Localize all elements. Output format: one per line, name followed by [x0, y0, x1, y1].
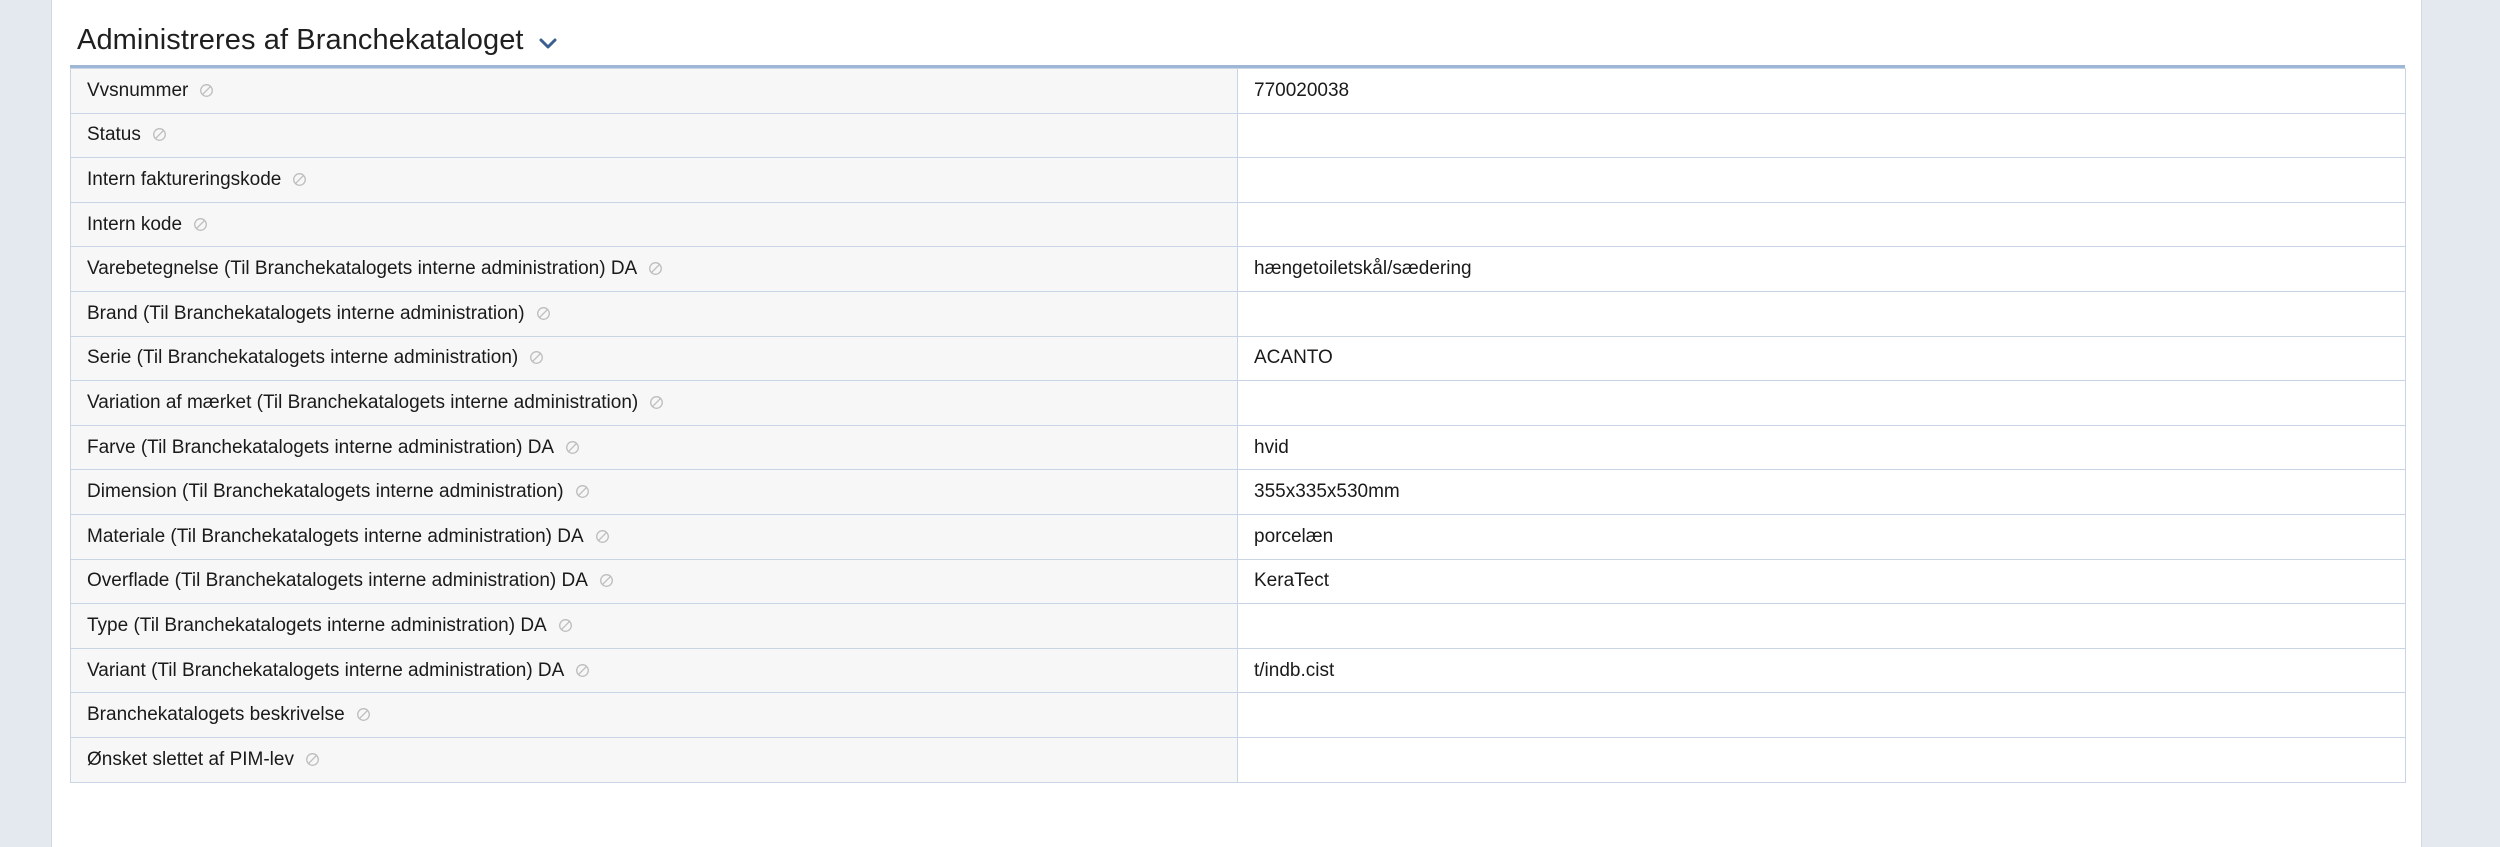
attribute-label: Status — [87, 124, 141, 146]
readonly-icon — [292, 171, 307, 186]
attribute-label-cell: Ønsket slettet af PIM-lev — [70, 736, 1238, 783]
attribute-label: Type (Til Branchekatalogets interne admi… — [87, 614, 547, 636]
attribute-label: Branchekatalogets beskrivelse — [87, 704, 345, 726]
readonly-icon — [558, 617, 573, 632]
table-row: Branchekatalogets beskrivelse — [70, 692, 2406, 738]
attribute-value — [1237, 736, 2406, 783]
table-row: Intern kode — [70, 201, 2406, 248]
readonly-icon — [599, 572, 614, 588]
table-row: Status — [70, 112, 2406, 159]
content-panel: Administreres af Branchekataloget Vvsnum… — [51, 0, 2422, 847]
attribute-label-cell: Materiale (Til Branchekatalogets interne… — [70, 513, 1238, 560]
readonly-icon — [575, 483, 590, 499]
attribute-value — [1237, 290, 2406, 337]
attribute-label: Materiale (Til Branchekatalogets interne… — [87, 525, 584, 547]
attribute-value — [1237, 692, 2406, 738]
readonly-icon — [199, 82, 214, 97]
readonly-icon — [648, 260, 663, 276]
attribute-label-cell: Vvsnummer — [70, 68, 1238, 114]
readonly-icon — [193, 216, 208, 231]
attributes-table: Vvsnummer 770020038 Status Intern faktureri… — [70, 68, 2406, 783]
attribute-label-cell: Dimension (Til Branchekatalogets interne… — [70, 469, 1238, 515]
table-row: Intern faktureringskode — [70, 157, 2406, 203]
attribute-label-cell: Type (Til Branchekatalogets interne admi… — [70, 603, 1238, 649]
section-header[interactable]: Administreres af Branchekataloget — [77, 18, 558, 62]
attribute-label-cell: Status — [70, 112, 1238, 159]
attribute-label-cell: Brand (Til Branchekatalogets interne adm… — [70, 290, 1238, 337]
readonly-icon — [649, 394, 664, 409]
attribute-label-cell: Overflade (Til Branchekatalogets interne… — [70, 558, 1238, 605]
attribute-value: ACANTO — [1237, 335, 2406, 382]
attribute-label-cell: Serie (Til Branchekatalogets interne adm… — [70, 335, 1238, 382]
attributes-table-body: Vvsnummer 770020038 Status Intern faktureri… — [70, 68, 2406, 783]
table-row: Variation af mærket (Til Branchekataloge… — [70, 380, 2406, 426]
attribute-value: hængetoiletskål/sædering — [1237, 246, 2406, 292]
attribute-label-cell: Variant (Til Branchekatalogets interne a… — [70, 647, 1238, 694]
attribute-value — [1237, 380, 2406, 426]
attribute-label: Brand (Til Branchekatalogets interne adm… — [87, 302, 525, 324]
attribute-label: Overflade (Til Branchekatalogets interne… — [87, 570, 588, 592]
attribute-value — [1237, 157, 2406, 203]
attribute-label-cell: Farve (Til Branchekatalogets interne adm… — [70, 424, 1238, 471]
attribute-label-cell: Variation af mærket (Til Branchekataloge… — [70, 380, 1238, 426]
attribute-label: Ønsket slettet af PIM-lev — [87, 748, 294, 770]
section-title: Administreres af Branchekataloget — [77, 23, 524, 56]
table-row: Materiale (Til Branchekatalogets interne… — [70, 513, 2406, 560]
attribute-label: Dimension (Til Branchekatalogets interne… — [87, 481, 564, 503]
attribute-label: Intern kode — [87, 213, 183, 235]
attribute-label-cell: Intern kode — [70, 201, 1238, 248]
table-row: Ønsket slettet af PIM-lev — [70, 736, 2406, 783]
readonly-icon — [152, 126, 167, 142]
chevron-down-icon[interactable] — [538, 33, 558, 53]
readonly-icon — [305, 751, 320, 766]
attribute-value: 770020038 — [1237, 68, 2406, 114]
attribute-label: Vvsnummer — [87, 79, 189, 101]
attributes-table-wrap: Vvsnummer 770020038 Status Intern faktureri… — [70, 65, 2406, 783]
attribute-value — [1237, 201, 2406, 248]
attribute-label: Variation af mærket (Til Branchekataloge… — [87, 391, 639, 413]
table-row: Farve (Til Branchekatalogets interne adm… — [70, 424, 2406, 471]
readonly-icon — [536, 305, 551, 320]
attribute-value: porcelæn — [1237, 513, 2406, 560]
attribute-value: 355x335x530mm — [1237, 469, 2406, 515]
readonly-icon — [575, 662, 590, 677]
attribute-label-cell: Intern faktureringskode — [70, 157, 1238, 203]
attribute-value: hvid — [1237, 424, 2406, 471]
attribute-label-cell: Varebetegnelse (Til Branchekatalogets in… — [70, 246, 1238, 292]
attribute-label: Variant (Til Branchekatalogets interne a… — [87, 659, 565, 681]
table-row: Brand (Til Branchekatalogets interne adm… — [70, 290, 2406, 337]
table-row: Varebetegnelse (Til Branchekatalogets in… — [70, 246, 2406, 292]
attribute-value — [1237, 603, 2406, 649]
table-row: Vvsnummer 770020038 — [70, 68, 2406, 114]
attribute-label: Farve (Til Branchekatalogets interne adm… — [87, 436, 555, 458]
attribute-label-cell: Branchekatalogets beskrivelse — [70, 692, 1238, 738]
attribute-label: Intern faktureringskode — [87, 168, 282, 190]
table-row: Type (Til Branchekatalogets interne admi… — [70, 603, 2406, 649]
attribute-value: KeraTect — [1237, 558, 2406, 605]
table-row: Overflade (Til Branchekatalogets interne… — [70, 558, 2406, 605]
attribute-value: t/indb.cist — [1237, 647, 2406, 694]
readonly-icon — [356, 706, 371, 722]
attribute-label: Varebetegnelse (Til Branchekatalogets in… — [87, 258, 638, 280]
table-row: Serie (Til Branchekatalogets interne adm… — [70, 335, 2406, 382]
readonly-icon — [529, 349, 544, 365]
readonly-icon — [595, 528, 610, 543]
attribute-value — [1237, 112, 2406, 159]
table-row: Variant (Til Branchekatalogets interne a… — [70, 647, 2406, 694]
readonly-icon — [565, 439, 580, 454]
table-row: Dimension (Til Branchekatalogets interne… — [70, 469, 2406, 515]
attribute-label: Serie (Til Branchekatalogets interne adm… — [87, 347, 519, 369]
